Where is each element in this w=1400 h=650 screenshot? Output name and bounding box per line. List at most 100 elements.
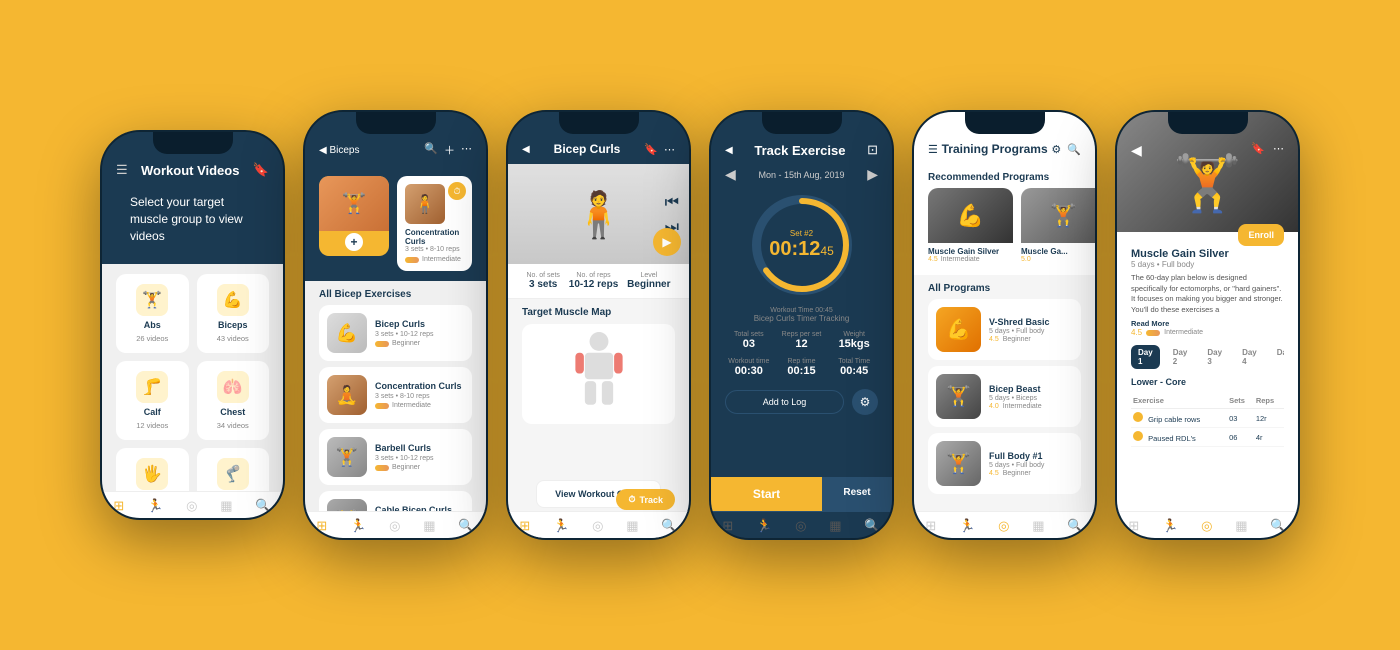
home-nav-icon[interactable]: ⊞	[113, 498, 124, 514]
muscle-item-abs[interactable]: 🏋 Abs 26 videos	[116, 274, 189, 353]
menu-icon[interactable]: ☰	[116, 162, 128, 178]
track-button[interactable]: ⏱ Track	[616, 489, 675, 510]
reset-button[interactable]: Reset	[822, 477, 892, 511]
program-item-1[interactable]: 🏋 Bicep Beast 5 days • Biceps 4.0 Interm…	[928, 366, 1081, 427]
p3-more-icon[interactable]: ⋯	[664, 143, 675, 156]
p2-header-icons: 🔍 ＋ ⋯	[424, 142, 472, 158]
rewind-icon[interactable]: ⏮	[665, 194, 679, 212]
p4-next-btn[interactable]: ▶	[867, 166, 878, 183]
search-icon[interactable]: 🔍	[424, 142, 438, 158]
p3-home-nav[interactable]: ⊞	[519, 518, 530, 534]
enroll-button[interactable]: Enroll	[1238, 224, 1284, 246]
ex-info-0: Bicep Curls 3 sets • 10-12 reps Beginner	[375, 319, 464, 347]
dot-1	[375, 403, 389, 409]
muscle-item-forearms[interactable]: 🖐 Forearms 09 videos	[116, 448, 189, 491]
p4-layout-icon[interactable]: ⊡	[867, 142, 878, 158]
p5-search-nav[interactable]: 🔍	[1067, 518, 1083, 534]
p5-menu-icon[interactable]: ☰	[928, 143, 938, 156]
p3-circles-nav[interactable]: ◎	[592, 518, 603, 534]
start-button[interactable]: Start	[711, 477, 822, 511]
ex-img-3: 🏋	[327, 499, 367, 511]
rec-info-1: Muscle Ga... 5.0	[1021, 243, 1095, 267]
p5-title: Training Programs	[942, 142, 1048, 156]
back-arrow[interactable]: ◀ Biceps	[319, 145, 359, 156]
featured-card[interactable]: 🏋 +	[319, 176, 389, 256]
p2-circles-nav[interactable]: ◎	[389, 518, 400, 534]
day-1-btn[interactable]: Day 1	[1131, 345, 1160, 369]
muscle-item-calf[interactable]: 🦵 Calf 12 videos	[116, 361, 189, 440]
p5-circles-nav[interactable]: ◎	[998, 518, 1009, 534]
p6-bookmark-icon[interactable]: 🔖	[1251, 142, 1265, 155]
p1-subtitle: Select your target muscle group to view …	[116, 186, 269, 254]
phone-notch-5	[965, 112, 1045, 134]
p5-bottom-nav: ⊞ 🏃 ◎ ▦ 🔍	[914, 511, 1095, 538]
p2-grid-nav[interactable]: ▦	[423, 518, 435, 534]
level-dot	[405, 257, 419, 263]
p3-search-nav[interactable]: 🔍	[661, 518, 677, 534]
day-4-btn[interactable]: Day 4	[1235, 345, 1264, 369]
add-icon[interactable]: ＋	[444, 142, 455, 158]
tracking-label: Bicep Curls Timer Tracking	[754, 314, 850, 323]
circles-nav-icon[interactable]: ◎	[186, 498, 197, 514]
ex-dot-1	[1133, 431, 1143, 441]
program-item-2[interactable]: 🏋 Full Body #1 5 days • Full body 4.5 Be…	[928, 433, 1081, 494]
grid-nav-icon[interactable]: ▦	[220, 498, 232, 514]
p6-more-icon[interactable]: ⋯	[1273, 142, 1284, 155]
p4-back[interactable]: ◀	[725, 145, 733, 156]
p4-search-nav[interactable]: 🔍	[864, 518, 880, 534]
p5-grid-nav[interactable]: ▦	[1032, 518, 1044, 534]
p2-search-nav[interactable]: 🔍	[458, 518, 474, 534]
phone-muscle-gain: 🏋 ◀ 🔖 ⋯ Enroll Muscle Gain Silver 5 days…	[1115, 110, 1300, 540]
add-to-log-btn[interactable]: Add to Log	[725, 390, 844, 414]
p4-stat-1: Reps per set 12	[778, 331, 826, 350]
featured-plus[interactable]: +	[345, 233, 363, 251]
p5-home-nav[interactable]: ⊞	[925, 518, 936, 534]
p6-grid-nav[interactable]: ▦	[1235, 518, 1247, 534]
rec-card-0[interactable]: 💪 Muscle Gain Silver 4.5 Intermediate	[928, 188, 1013, 267]
p6-circles-nav[interactable]: ◎	[1201, 518, 1212, 534]
p4-grid-nav[interactable]: ▦	[829, 518, 841, 534]
p4-prev-btn[interactable]: ◀	[725, 166, 736, 183]
exercise-nav-icon[interactable]: 🏃	[147, 498, 163, 514]
p5-search-icon[interactable]: 🔍	[1067, 143, 1081, 156]
p3-back[interactable]: ◀	[522, 144, 530, 155]
day-2-btn[interactable]: Day 2	[1166, 345, 1195, 369]
p6-back[interactable]: ◀	[1131, 142, 1142, 159]
day-5-btn[interactable]: Day...	[1270, 345, 1284, 369]
p3-grid-nav[interactable]: ▦	[626, 518, 638, 534]
p3-exercise-nav[interactable]: 🏃	[553, 518, 569, 534]
p6-home-nav[interactable]: ⊞	[1128, 518, 1139, 534]
more-icon[interactable]: ⋯	[461, 142, 472, 158]
p2-exercise-nav[interactable]: 🏃	[350, 518, 366, 534]
p4-date-nav: ◀ Mon - 15th Aug, 2019 ▶	[725, 166, 878, 183]
read-more-btn[interactable]: Read More	[1131, 319, 1284, 328]
p2-home-nav[interactable]: ⊞	[316, 518, 327, 534]
p3-bottom-nav: ⊞ 🏃 ◎ ▦ 🔍	[508, 511, 689, 538]
settings-btn[interactable]: ⚙	[852, 389, 878, 415]
play-button[interactable]: ▶	[653, 228, 681, 256]
program-item-0[interactable]: 💪 V-Shred Basic 5 days • Full body 4.5 B…	[928, 299, 1081, 360]
chest-count: 34 videos	[217, 421, 249, 430]
muscle-item-legs[interactable]: 🦿 Legs 29 videos	[197, 448, 270, 491]
exercise-item-3[interactable]: 🏋 Cable Bicep Curls 3 sets • 10-12 reps …	[319, 491, 472, 511]
day-3-btn[interactable]: Day 3	[1200, 345, 1229, 369]
exercise-item-2[interactable]: 🏋 Barbell Curls 3 sets • 10-12 reps Begi…	[319, 429, 472, 485]
p3-bookmark-icon[interactable]: 🔖	[644, 143, 658, 156]
rec-card-1[interactable]: 🏋 Muscle Ga... 5.0	[1021, 188, 1095, 267]
p6-search-nav[interactable]: 🔍	[1270, 518, 1286, 534]
exercise-item-1[interactable]: 🧘 Concentration Curls 3 sets • 8-10 reps…	[319, 367, 472, 423]
rec-img-0: 💪	[928, 188, 1013, 243]
p4-circles-nav[interactable]: ◎	[795, 518, 806, 534]
calf-name: Calf	[144, 407, 161, 417]
p5-filter-icon[interactable]: ⚙	[1051, 143, 1061, 156]
search-nav-icon[interactable]: 🔍	[255, 498, 271, 514]
muscle-item-chest[interactable]: 🫁 Chest 34 videos	[197, 361, 270, 440]
p4-exercise-nav[interactable]: 🏃	[756, 518, 772, 534]
p5-exercise-nav[interactable]: 🏃	[959, 518, 975, 534]
phone-notch-4	[762, 112, 842, 134]
bookmark-icon[interactable]: 🔖	[253, 162, 269, 178]
p6-exercise-nav[interactable]: 🏃	[1162, 518, 1178, 534]
exercise-item-0[interactable]: 💪 Bicep Curls 3 sets • 10-12 reps Beginn…	[319, 305, 472, 361]
muscle-item-biceps[interactable]: 💪 Biceps 43 videos	[197, 274, 270, 353]
p4-home-nav[interactable]: ⊞	[722, 518, 733, 534]
